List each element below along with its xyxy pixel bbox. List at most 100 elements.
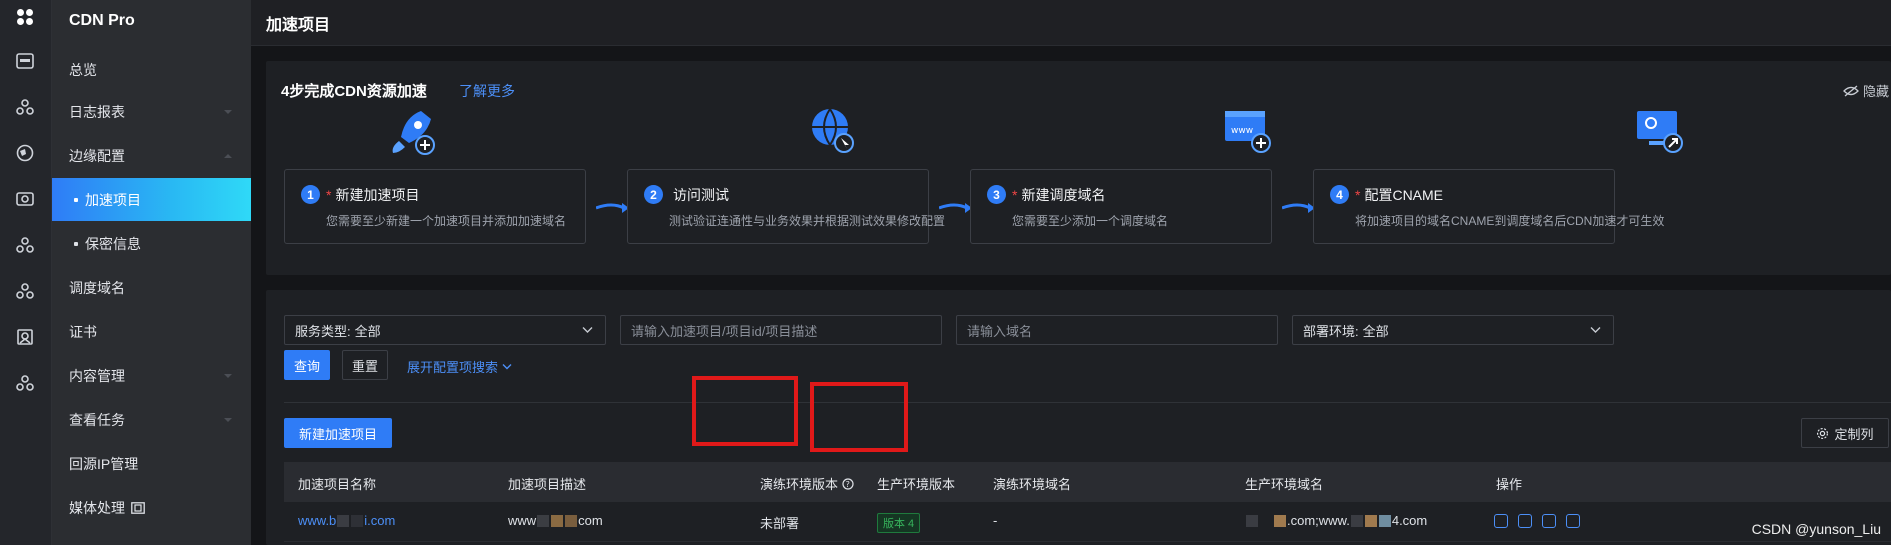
sidebar-item-origin-ip[interactable]: 回源IP管理 (52, 442, 251, 485)
icon-rail (0, 0, 52, 545)
sidebar-item-certificates[interactable]: 证书 (52, 310, 251, 353)
more-icon[interactable] (1566, 514, 1580, 528)
sidebar-item-label: 保密信息 (85, 235, 141, 252)
sidebar-item-label: 媒体处理 (69, 499, 125, 516)
redaction-mark (565, 514, 578, 527)
sidebar-item-tasks[interactable]: 查看任务 (52, 398, 251, 441)
step-description: 测试验证连通性与业务效果并根据测试效果修改配置 (669, 214, 946, 228)
hide-label: 隐藏 (1862, 84, 1889, 99)
edit-icon[interactable] (1518, 514, 1532, 528)
cluster-icon[interactable] (14, 280, 36, 302)
new-project-button[interactable]: 新建加速项目 (284, 418, 392, 448)
learn-more-link[interactable]: 了解更多 (459, 81, 515, 101)
project-search-input[interactable]: 请输入加速项目/项目id/项目描述 (620, 315, 942, 345)
media-icon[interactable] (14, 326, 36, 348)
sidebar-item-edge-config[interactable]: 边缘配置 (52, 134, 251, 177)
redaction-mark (1350, 514, 1363, 527)
chevron-down-icon (224, 374, 232, 378)
browser-www-icon: www (1225, 111, 1271, 153)
arrow-right-icon (1282, 203, 1315, 213)
step-title: * 新建加速项目 (326, 187, 420, 203)
cluster-icon[interactable] (14, 234, 36, 256)
prod-domain: .com;www. 4.com (1245, 513, 1427, 528)
column-header[interactable]: 加速项目名称 (298, 474, 376, 493)
sidebar-item-logs[interactable]: 日志报表 (52, 90, 251, 133)
step-description: 您需要至少新建一个加速项目并添加加速域名 (326, 214, 567, 228)
sidebar-item-label: 证书 (69, 323, 97, 340)
sidebar-item-overview[interactable]: 总览 (52, 48, 251, 91)
step-description: 您需要至少添加一个调度域名 (1012, 214, 1169, 228)
step-card-3[interactable]: 3 * 新建调度域名 您需要至少添加一个调度域名 (970, 169, 1272, 244)
arrow-right-icon (596, 203, 629, 213)
chevron-down-icon (1590, 327, 1601, 333)
step-description: 将加速项目的域名CNAME到调度域名后CDN加速才可生效 (1355, 214, 1665, 228)
chevron-down-icon (224, 110, 232, 114)
sidebar-item-label: 调度域名 (69, 279, 125, 296)
domain-search-input[interactable]: 请输入域名 (956, 315, 1278, 345)
chevron-up-icon (224, 154, 232, 158)
redaction-mark (337, 514, 350, 527)
sidebar-item-label: 日志报表 (69, 103, 125, 120)
table-row[interactable]: www.b i.com www com 未部署 版本 4 - .com;www. (284, 502, 1891, 542)
sidebar-item-media[interactable]: 媒体处理 (52, 486, 251, 529)
column-header[interactable]: 演练环境版本 ? (760, 474, 854, 493)
gear-icon (1817, 427, 1829, 439)
customize-columns-button[interactable]: 定制列 (1801, 418, 1889, 448)
step-card-2[interactable]: 2 访问测试 测试验证连通性与业务效果并根据测试效果修改配置 (627, 169, 945, 244)
step-number: 1 (301, 185, 320, 204)
arrow-right-icon (939, 203, 972, 213)
top-bar: 加速项目 (251, 0, 1891, 46)
sidebar: CDN Pro 总览 日志报表 边缘配置 加速项目 保密信息 调度域名 证书 内… (52, 0, 251, 545)
project-name-link[interactable]: www.b i.com (298, 513, 395, 528)
step-card-4[interactable]: 4 * 配置CNAME 将加速项目的域名CNAME到调度域名后CDN加速才可生效 (1313, 169, 1664, 244)
rocket-icon (392, 111, 435, 155)
redaction-mark (1260, 514, 1272, 527)
app-grid-icon[interactable] (14, 6, 36, 28)
chevron-down-icon (502, 363, 512, 369)
table-header: 加速项目名称 加速项目描述 演练环境版本 ? 生产环境版本 演练环境域名 生产环… (284, 462, 1891, 502)
step-number: 4 (1330, 185, 1349, 204)
column-header[interactable]: 操作 (1496, 474, 1522, 493)
column-header[interactable]: 生产环境域名 (1245, 474, 1323, 493)
sidebar-item-secrets[interactable]: 保密信息 (52, 222, 251, 265)
divider (284, 402, 1891, 403)
step-card-1[interactable]: 1 * 新建加速项目 您需要至少新建一个加速项目并添加加速域名 (284, 169, 586, 244)
cluster-icon[interactable] (14, 372, 36, 394)
staging-domain: - (993, 513, 998, 528)
sidebar-item-label: 边缘配置 (69, 147, 125, 164)
staging-version: 未部署 (760, 516, 800, 531)
help-icon[interactable]: ? (842, 477, 854, 490)
main-content: 加速项目 4步完成CDN资源加速 了解更多 隐藏 www 1 * 新建加速项目 … (251, 0, 1891, 545)
reset-button[interactable]: 重置 (342, 350, 388, 380)
bullet-icon (74, 198, 78, 202)
cluster-icon[interactable] (14, 96, 36, 118)
step-title: * 配置CNAME (1355, 187, 1444, 203)
eye-off-icon (1843, 85, 1859, 96)
sidebar-item-content-mgmt[interactable]: 内容管理 (52, 354, 251, 397)
service-type-select[interactable]: 服务类型: 全部 (284, 315, 606, 345)
step-number: 3 (987, 185, 1006, 204)
hide-guide-button[interactable]: 隐藏 (1843, 81, 1889, 100)
sidebar-item-label: 加速项目 (85, 191, 141, 208)
column-header[interactable]: 演练环境域名 (993, 474, 1071, 493)
column-header[interactable]: 加速项目描述 (508, 474, 586, 493)
expand-config-search-link[interactable]: 展开配置项搜索 (407, 357, 512, 376)
svg-text:www: www (1231, 126, 1253, 136)
redaction-mark (551, 514, 564, 527)
guide-panel: 4步完成CDN资源加速 了解更多 隐藏 www 1 * 新建加速项目 您需要至少… (266, 61, 1891, 275)
deploy-icon[interactable] (1542, 514, 1556, 528)
query-button[interactable]: 查询 (284, 350, 330, 380)
camera-icon[interactable] (14, 188, 36, 210)
sidebar-item-label: 内容管理 (69, 367, 125, 384)
env-select[interactable]: 部署环境: 全部 (1292, 315, 1614, 345)
project-list-panel: 服务类型: 全部 请输入加速项目/项目id/项目描述 请输入域名 部署环境: 全… (266, 290, 1891, 545)
step-title: 访问测试 (673, 187, 729, 203)
redaction-mark (1274, 514, 1286, 527)
apm-icon[interactable] (14, 50, 36, 72)
sidebar-item-accel-projects[interactable]: 加速项目 (52, 178, 251, 221)
sidebar-item-dispatch-domains[interactable]: 调度域名 (52, 266, 251, 309)
monitor-gear-icon (1637, 111, 1683, 153)
globe-icon[interactable] (14, 142, 36, 164)
column-header[interactable]: 生产环境版本 (877, 474, 955, 493)
view-icon[interactable] (1494, 514, 1508, 528)
